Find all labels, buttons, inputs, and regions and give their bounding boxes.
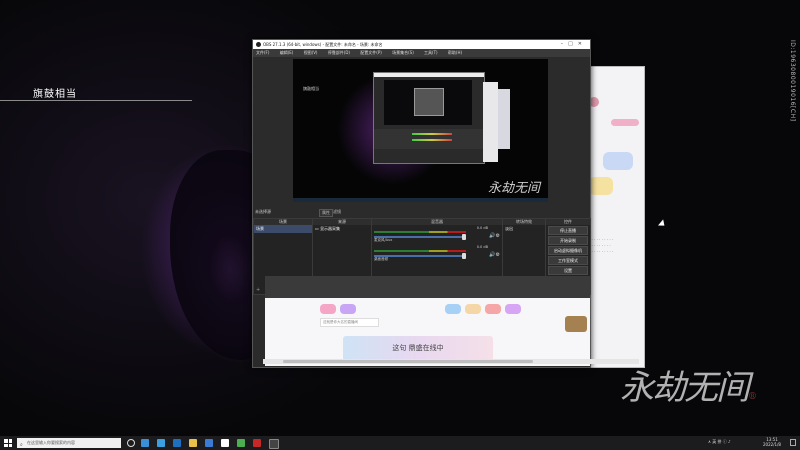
volume-slider[interactable] bbox=[374, 255, 466, 257]
nested-preview bbox=[384, 80, 472, 125]
no-source-label: 未选择源 bbox=[255, 209, 271, 214]
overlapping-web-content[interactable]: 这就是你大名的直播间 这句 鼎盛在线中 bbox=[265, 276, 590, 366]
preview-taskbar bbox=[293, 198, 548, 202]
source-item-label: 显示器采集 bbox=[320, 226, 341, 231]
mixer-channel-db: 0.0 dB bbox=[476, 245, 488, 249]
audio-meter bbox=[374, 250, 466, 252]
stop-streaming-button[interactable]: 停止直播 bbox=[548, 226, 588, 235]
browser-icon[interactable] bbox=[173, 439, 181, 447]
clock-date: 2022/1/8 bbox=[763, 442, 781, 447]
nested-browser bbox=[483, 82, 498, 162]
mixer-channel-db: 0.0 dB bbox=[476, 226, 488, 230]
app-icon[interactable] bbox=[221, 439, 229, 447]
menu-docks[interactable]: 停靠部件(D) bbox=[328, 50, 350, 55]
store-icon[interactable] bbox=[205, 439, 213, 447]
settings-button[interactable]: 设置 bbox=[548, 266, 588, 275]
horizontal-scrollbar[interactable] bbox=[263, 359, 639, 364]
mixer-channel-name: 桌面音频 bbox=[374, 257, 388, 261]
preview-wallpaper-title: 旗鼓相当 bbox=[303, 86, 319, 91]
volume-slider-handle[interactable] bbox=[462, 253, 466, 259]
volume-slider-handle[interactable] bbox=[462, 234, 466, 240]
web-banner[interactable]: 这句 鼎盛在线中 bbox=[343, 336, 493, 361]
mixer-channel-mic: 麦克风/Aux 0.0 dB 🔊⚙ bbox=[374, 226, 500, 244]
follow-badge[interactable] bbox=[611, 119, 639, 126]
web-badge[interactable] bbox=[340, 304, 356, 314]
controls-header: 控件 bbox=[546, 219, 590, 225]
web-badge[interactable] bbox=[485, 304, 501, 314]
mixer-channel-desktop: 桌面音频 0.0 dB 🔊⚙ bbox=[374, 245, 500, 263]
wechat-icon[interactable] bbox=[237, 439, 245, 447]
obs-taskbar-icon[interactable] bbox=[269, 439, 279, 449]
web-search-input[interactable]: 这就是你大名的直播间 bbox=[320, 318, 379, 327]
menu-edit[interactable]: 编辑(E) bbox=[280, 50, 294, 55]
start-recording-button[interactable]: 开始录制 bbox=[548, 236, 588, 245]
speaker-gear-icon[interactable]: 🔊⚙ bbox=[489, 252, 500, 258]
obs-preview-canvas[interactable]: 旗鼓相当 永劫无间 bbox=[293, 59, 548, 202]
wallpaper-logo-text: 永劫无间 bbox=[620, 368, 750, 408]
chat-text-block: · · · · · · · · · · · · · · · · · · · · · … bbox=[589, 237, 614, 254]
nested-titlebar bbox=[374, 73, 484, 77]
gift-card[interactable] bbox=[589, 177, 613, 195]
nested-browser-2 bbox=[498, 89, 510, 149]
file-explorer-icon[interactable] bbox=[189, 439, 197, 447]
taskbar-clock[interactable]: 13:51 2022/1/8 bbox=[760, 437, 784, 447]
source-item[interactable]: ▭ 显示器采集 bbox=[313, 225, 371, 233]
scene-item[interactable]: 场景 bbox=[254, 225, 312, 233]
menu-tools[interactable]: 工具(T) bbox=[424, 50, 438, 55]
wallpaper-divider bbox=[0, 100, 192, 101]
menu-help[interactable]: 帮助(H) bbox=[448, 50, 462, 55]
audio-meter bbox=[374, 231, 466, 233]
mixer-channel-name: 麦克风/Aux bbox=[374, 238, 393, 242]
task-view-icon[interactable] bbox=[141, 439, 149, 447]
nested-obs-window bbox=[373, 72, 485, 164]
speaker-gear-icon[interactable]: 🔊⚙ bbox=[489, 233, 500, 239]
windows-start-icon[interactable] bbox=[4, 439, 12, 447]
web-mascot-image bbox=[565, 316, 587, 332]
taskbar-search-input[interactable]: ⌕ 在这里输入你要搜索的内容 bbox=[17, 438, 121, 448]
menu-file[interactable]: 文件(F) bbox=[256, 50, 269, 55]
obs-menubar: 文件(F) 编辑(E) 视图(V) 停靠部件(D) 配置文件(P) 场景集合(S… bbox=[253, 49, 590, 57]
menu-profile[interactable]: 配置文件(P) bbox=[360, 50, 382, 55]
filters-button[interactable]: 滤镜 bbox=[333, 209, 341, 215]
nested-mixer-meter-2 bbox=[412, 139, 452, 141]
wallpaper-vertical-id: ID:1963080019016[CH] bbox=[789, 40, 796, 122]
cortana-icon[interactable] bbox=[127, 439, 135, 447]
window-controls[interactable]: –□✕ bbox=[561, 40, 587, 49]
obs-titlebar[interactable]: OBS 27.1.3 (64-bit, windows) - 配置文件: 未命名… bbox=[253, 40, 590, 49]
menu-view[interactable]: 视图(V) bbox=[304, 50, 318, 55]
menu-scene-collection[interactable]: 场景集合(S) bbox=[392, 50, 414, 55]
mixer-header: 混音器 bbox=[372, 219, 502, 225]
web-dark-strip bbox=[265, 276, 590, 298]
obs-app-icon bbox=[256, 42, 261, 47]
studio-mode-button[interactable]: 工作室模式 bbox=[548, 256, 588, 265]
promo-card[interactable] bbox=[603, 152, 633, 170]
transition-select[interactable]: 淡出 bbox=[503, 225, 545, 233]
obs-window[interactable]: OBS 27.1.3 (64-bit, windows) - 配置文件: 未命名… bbox=[252, 39, 591, 368]
wallpaper-logo-sub: ® bbox=[748, 392, 757, 402]
web-badge[interactable] bbox=[445, 304, 461, 314]
web-badge[interactable] bbox=[505, 304, 521, 314]
windows-taskbar: ⌕ 在这里输入你要搜索的内容 ∧ 英 拼 ⓘ ♪ 13:51 2022/1/8 bbox=[0, 436, 800, 450]
preview-game-logo: 永劫无间 bbox=[488, 181, 541, 196]
system-tray[interactable]: ∧ 英 拼 ⓘ ♪ bbox=[708, 439, 731, 445]
edge-icon[interactable] bbox=[157, 439, 165, 447]
web-badge[interactable] bbox=[320, 304, 336, 314]
game-app-icon[interactable] bbox=[253, 439, 261, 447]
nested-mixer-meter bbox=[412, 133, 452, 135]
properties-button[interactable]: 属性 bbox=[319, 209, 333, 217]
scrollbar-thumb[interactable] bbox=[283, 360, 533, 363]
virtual-camera-button[interactable]: 启动虚拟摄像机 bbox=[548, 246, 588, 255]
taskbar-search-placeholder: 在这里输入你要搜索的内容 bbox=[27, 440, 75, 445]
search-icon: ⌕ bbox=[20, 442, 23, 448]
obs-title-text: OBS 27.1.3 (64-bit, windows) - 配置文件: 未命名… bbox=[263, 42, 383, 47]
wallpaper-title: 旗鼓相当 bbox=[33, 89, 77, 100]
notification-center-icon[interactable] bbox=[790, 439, 796, 446]
web-badge[interactable] bbox=[465, 304, 481, 314]
volume-slider[interactable] bbox=[374, 236, 466, 238]
